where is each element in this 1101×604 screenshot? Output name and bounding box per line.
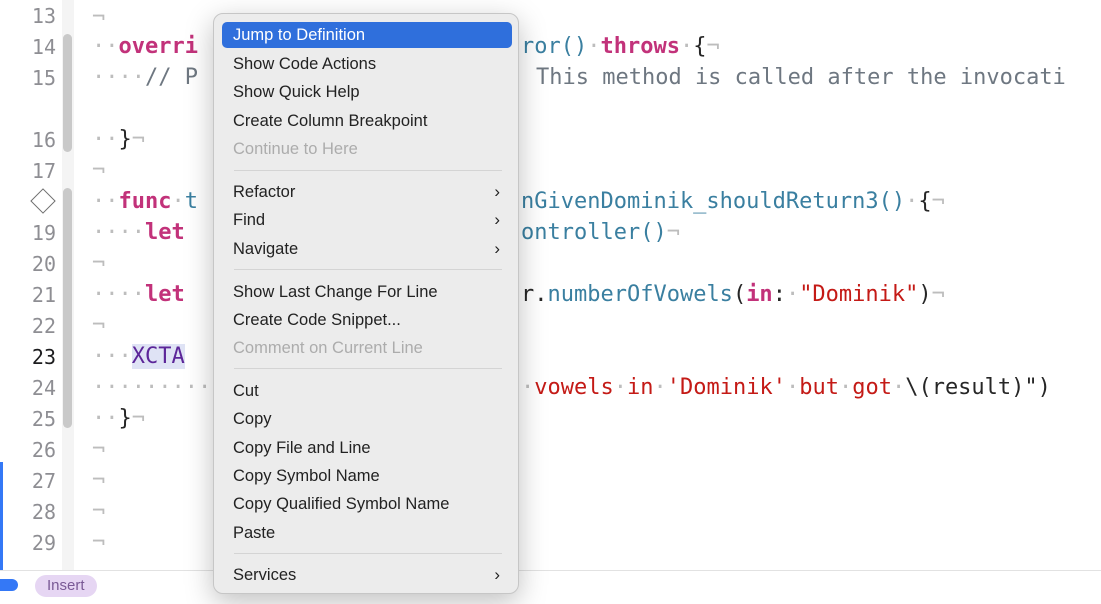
menu-item-copy-symbol-name[interactable]: Copy Symbol Name bbox=[222, 463, 512, 489]
menu-item-copy[interactable]: Copy bbox=[222, 406, 512, 432]
line-number: 29 bbox=[31, 531, 56, 555]
menu-item-find[interactable]: Find › bbox=[222, 207, 512, 233]
code-line-tail[interactable]: ontroller()¬ bbox=[521, 220, 680, 246]
menu-item-label: Jump to Definition bbox=[233, 26, 366, 44]
code-line-current[interactable]: ···XCTA bbox=[92, 344, 185, 370]
fold-indicator[interactable] bbox=[63, 188, 72, 428]
menu-separator bbox=[234, 368, 502, 369]
code-line[interactable]: ¬ bbox=[92, 468, 105, 494]
line-number: 21 bbox=[31, 283, 56, 307]
fold-indicator[interactable] bbox=[63, 34, 72, 152]
code-line[interactable]: ¬ bbox=[92, 251, 105, 277]
code-line[interactable]: ····let bbox=[92, 220, 185, 246]
menu-separator bbox=[234, 269, 502, 270]
line-number: 22 bbox=[31, 314, 56, 338]
menu-item-create-column-breakpoint[interactable]: Create Column Breakpoint bbox=[222, 108, 512, 134]
menu-item-show-code-actions[interactable]: Show Code Actions bbox=[222, 51, 512, 77]
menu-item-copy-file-and-line[interactable]: Copy File and Line bbox=[222, 435, 512, 461]
chevron-right-icon: › bbox=[494, 565, 500, 584]
line-number: 19 bbox=[31, 221, 56, 245]
line-number: 17 bbox=[31, 159, 56, 183]
line-number: 27 bbox=[31, 469, 56, 493]
code-line[interactable]: ¬ bbox=[92, 158, 105, 184]
code-line[interactable]: ··}¬ bbox=[92, 127, 145, 153]
line-number: 20 bbox=[31, 252, 56, 276]
menu-item-show-quick-help[interactable]: Show Quick Help bbox=[222, 79, 512, 105]
menu-item-label: Create Column Breakpoint bbox=[233, 112, 428, 130]
insert-mode-badge: Insert bbox=[35, 575, 97, 597]
menu-item-label: Show Code Actions bbox=[233, 55, 377, 73]
menu-item-comment-on-line: Comment on Current Line bbox=[222, 335, 512, 361]
code-line-tail[interactable]: This method is called after the invocati bbox=[536, 65, 1066, 91]
code-line[interactable]: ··}¬ bbox=[92, 406, 145, 432]
menu-item-label: Copy Symbol Name bbox=[233, 467, 380, 485]
line-number: 24 bbox=[31, 376, 56, 400]
menu-item-paste[interactable]: Paste bbox=[222, 520, 512, 546]
line-number: 28 bbox=[31, 500, 56, 524]
menu-item-label: Cut bbox=[233, 382, 259, 400]
line-number-gutter: 13 14 15 16 17 19 20 21 22 23 24 25 26 2… bbox=[0, 0, 62, 570]
menu-item-services[interactable]: Services › bbox=[222, 562, 512, 588]
menu-item-label: Find bbox=[233, 211, 266, 229]
menu-item-cut[interactable]: Cut bbox=[222, 378, 512, 404]
menu-item-jump-to-definition[interactable]: Jump to Definition bbox=[222, 22, 512, 48]
menu-item-label: Copy File and Line bbox=[233, 439, 371, 457]
menu-item-navigate[interactable]: Navigate › bbox=[222, 236, 512, 262]
menu-item-label: Copy bbox=[233, 410, 272, 428]
code-line[interactable]: ¬ bbox=[92, 530, 105, 556]
chevron-right-icon: › bbox=[494, 210, 500, 229]
menu-item-label: Comment on Current Line bbox=[233, 339, 423, 357]
code-line-tail[interactable]: ror()·throws·{¬ bbox=[521, 34, 720, 60]
menu-item-label: Show Last Change For Line bbox=[233, 283, 438, 301]
menu-separator bbox=[234, 553, 502, 554]
code-line[interactable]: ¬ bbox=[92, 437, 105, 463]
code-line[interactable]: ··func·t bbox=[92, 189, 198, 215]
menu-item-label: Create Code Snippet... bbox=[233, 311, 401, 329]
context-menu: Jump to Definition Show Code Actions Sho… bbox=[213, 13, 519, 594]
change-indicator bbox=[0, 462, 3, 570]
menu-item-label: Copy Qualified Symbol Name bbox=[233, 495, 450, 513]
line-number: 25 bbox=[31, 407, 56, 431]
menu-item-label: Continue to Here bbox=[233, 140, 358, 158]
line-number: 14 bbox=[31, 35, 56, 59]
code-line-tail[interactable]: nGivenDominik_shouldReturn3()·{¬ bbox=[521, 189, 945, 215]
line-number: 16 bbox=[31, 128, 56, 152]
status-indicator bbox=[0, 579, 18, 591]
editor-status-bar bbox=[0, 570, 1101, 604]
code-line[interactable]: ¬ bbox=[92, 499, 105, 525]
menu-item-create-code-snippet[interactable]: Create Code Snippet... bbox=[222, 307, 512, 333]
line-number-active: 23 bbox=[31, 345, 56, 369]
line-number: 15 bbox=[31, 66, 56, 90]
code-line[interactable]: ¬ bbox=[92, 5, 105, 31]
chevron-right-icon: › bbox=[494, 182, 500, 201]
chevron-right-icon: › bbox=[494, 239, 500, 258]
code-line[interactable]: ········· bbox=[92, 375, 211, 401]
code-line-tail[interactable]: ·vowels·in·'Dominik'·but·got·\(result)") bbox=[521, 375, 1051, 401]
menu-item-refactor[interactable]: Refactor › bbox=[222, 179, 512, 205]
menu-item-label: Paste bbox=[233, 524, 276, 542]
menu-item-label: Navigate bbox=[233, 240, 299, 258]
line-number: 26 bbox=[31, 438, 56, 462]
code-line[interactable]: ¬ bbox=[92, 313, 105, 339]
code-line-tail[interactable]: r.numberOfVowels(in:·"Dominik")¬ bbox=[521, 282, 945, 308]
menu-item-copy-qualified-symbol-name[interactable]: Copy Qualified Symbol Name bbox=[222, 491, 512, 517]
menu-item-show-last-change[interactable]: Show Last Change For Line bbox=[222, 279, 512, 305]
menu-separator bbox=[234, 170, 502, 171]
menu-item-label: Show Quick Help bbox=[233, 83, 360, 101]
menu-item-continue-to-here: Continue to Here bbox=[222, 136, 512, 162]
menu-item-label: Refactor bbox=[233, 183, 296, 201]
code-line[interactable]: ····// P bbox=[92, 65, 198, 91]
menu-item-label: Services bbox=[233, 566, 297, 584]
code-line[interactable]: ····let bbox=[92, 282, 185, 308]
code-line[interactable]: ··overri bbox=[92, 34, 198, 60]
line-number: 13 bbox=[31, 4, 56, 28]
